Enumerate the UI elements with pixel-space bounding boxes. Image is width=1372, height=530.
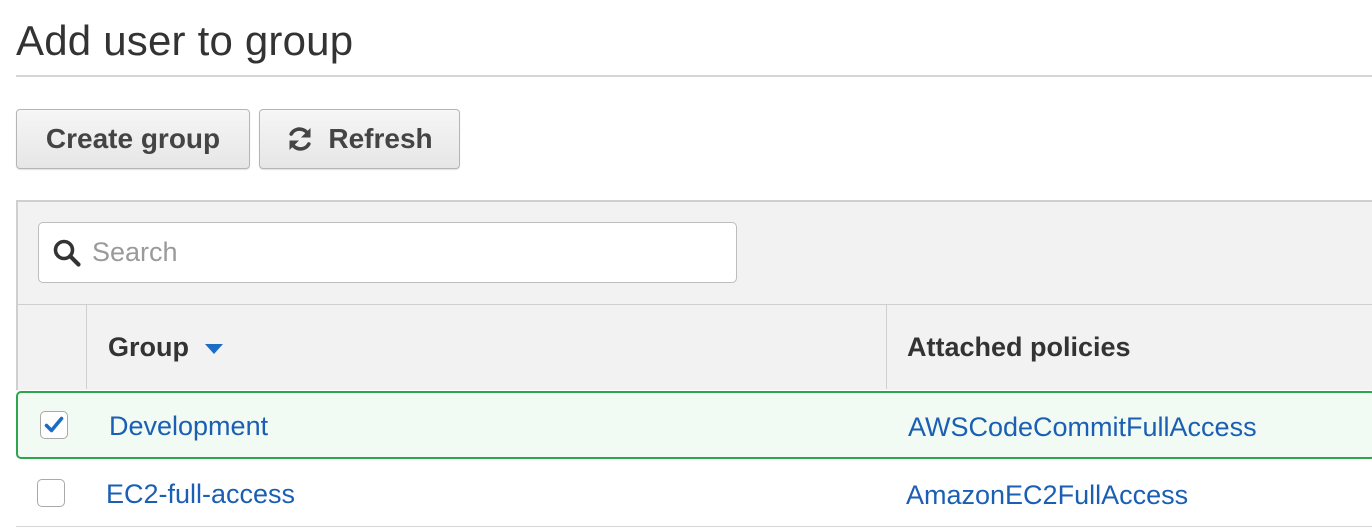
- refresh-button[interactable]: Refresh: [259, 109, 460, 169]
- search-input[interactable]: [92, 237, 692, 268]
- refresh-icon: [286, 125, 314, 153]
- row-checkbox-checked[interactable]: [40, 411, 68, 439]
- header-select-column: [16, 305, 87, 389]
- table-row[interactable]: Development AWSCodeCommitFullAccess: [16, 391, 1372, 459]
- page-title: Add user to group: [16, 17, 354, 64]
- table-row[interactable]: EC2-full-access AmazonEC2FullAccess: [16, 461, 1372, 527]
- column-header-group-label: Group: [108, 331, 189, 362]
- refresh-label: Refresh: [328, 123, 433, 154]
- group-link[interactable]: Development: [109, 411, 268, 442]
- create-group-button[interactable]: Create group: [16, 109, 250, 169]
- title-divider: [16, 75, 1372, 77]
- column-header-group[interactable]: Group: [87, 305, 887, 389]
- search-icon: [52, 238, 82, 268]
- create-group-label: Create group: [45, 123, 221, 154]
- checkmark-icon: [44, 416, 64, 433]
- policy-link[interactable]: AWSCodeCommitFullAccess: [908, 412, 1257, 443]
- policy-link[interactable]: AmazonEC2FullAccess: [906, 480, 1188, 511]
- column-header-attached-policies-label: Attached policies: [907, 331, 1131, 362]
- add-user-to-group-page: Add user to group Create group Refresh S…: [0, 0, 1372, 530]
- column-header-attached-policies: Attached policies: [887, 305, 1372, 389]
- row-checkbox[interactable]: [37, 479, 65, 507]
- group-link[interactable]: EC2-full-access: [106, 479, 295, 510]
- search-box[interactable]: [38, 222, 737, 283]
- table-header-row: Group Attached policies: [16, 305, 1372, 389]
- sort-descending-icon[interactable]: [205, 344, 223, 354]
